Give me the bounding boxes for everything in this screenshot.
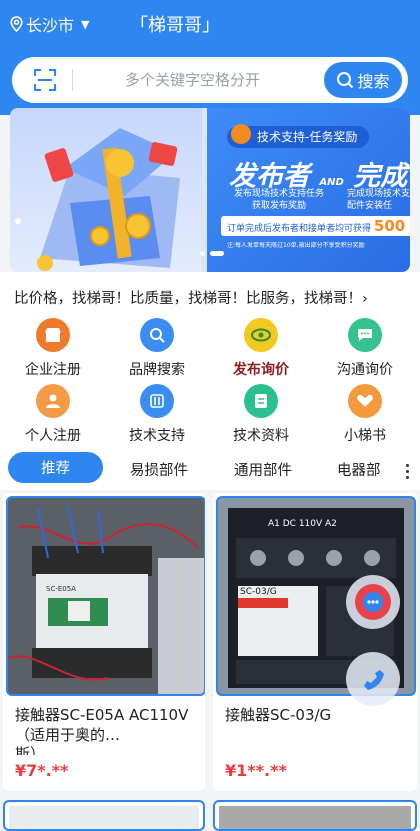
- product-price: ¥7*.**: [15, 761, 69, 780]
- tools-icon: [140, 384, 174, 418]
- location-label: 长沙市: [26, 16, 75, 35]
- carousel-indicator: [200, 251, 224, 256]
- product-card[interactable]: [213, 800, 417, 831]
- category-label: 企业注册: [25, 362, 81, 378]
- promo-banner-carousel[interactable]: 技术支持-任务奖励 发布者 AND 完成 发布现场技术支持任务 获取发布奖励 完…: [10, 108, 410, 272]
- banner-badge: 技术支持-任务奖励: [227, 124, 370, 148]
- contactor-photo: SC-E05A: [8, 498, 204, 694]
- banner-note: 注:每人发单每天限过10单,被出部分不享受积分奖励: [227, 242, 365, 249]
- app-title: 「梯哥哥」: [130, 15, 220, 36]
- scan-icon[interactable]: [34, 69, 56, 91]
- shield-icon: [231, 124, 251, 144]
- tab-electrical-parts[interactable]: 电器部: [337, 459, 381, 480]
- carousel-dot-active: [210, 251, 224, 256]
- banner-sub2: 获取发布奖励: [251, 201, 306, 211]
- magnifier-icon: [140, 318, 174, 352]
- product-card[interactable]: [3, 800, 205, 831]
- photo-label-2: SC-03/G: [240, 587, 277, 597]
- product-price: ¥1**.**: [225, 761, 287, 780]
- product-tabs: 推荐 易损部件 通用部件 电器部: [0, 450, 420, 486]
- location-selector[interactable]: 长沙市 ▼: [10, 12, 89, 36]
- search-button[interactable]: 搜索: [324, 62, 402, 98]
- banner-sub4: 配件安装任: [347, 201, 393, 211]
- category-company-register[interactable]: 企业注册: [3, 318, 103, 379]
- category-post-inquiry[interactable]: 发布询价: [211, 318, 311, 379]
- product-title-line: 接触器SC-E05A AC110V（适用于奥的…: [15, 706, 189, 744]
- floating-call-button[interactable]: [346, 652, 400, 706]
- carousel-dot: [200, 251, 205, 256]
- gift-box-illustration: [15, 128, 180, 271]
- category-xiaotishu[interactable]: 小梯书: [315, 384, 415, 445]
- category-label: 发布询价: [233, 362, 289, 378]
- product-card[interactable]: SC-E05A 接触器SC-E05A AC110V（适用于奥的… 斯） ¥7*.…: [3, 493, 205, 791]
- product-image: SC-E05A: [6, 496, 205, 696]
- product-card[interactable]: A1 DC 110V A2 SC-03/G 接触器SC-03/G ¥1**.**: [213, 493, 417, 791]
- product-image: [219, 806, 411, 829]
- product-title-cont: 斯）: [15, 745, 46, 755]
- location-pin-icon: [10, 16, 23, 32]
- category-label: 技术支持: [129, 428, 185, 444]
- customer-service-icon: [355, 584, 391, 620]
- search-bar: 多个关键字空格分开 搜索: [12, 57, 408, 103]
- banner-slide-tech-support: 技术支持-任务奖励 发布者 AND 完成 发布现场技术支持任务 获取发布奖励 完…: [207, 108, 410, 272]
- banner-badge-label: 技术支持-任务奖励: [257, 130, 358, 144]
- category-tech-docs[interactable]: 技术资料: [211, 384, 311, 445]
- banner-headline-and: AND: [319, 177, 344, 188]
- document-icon: [244, 384, 278, 418]
- phone-icon: [364, 670, 384, 690]
- search-divider: [72, 69, 73, 91]
- banner-sub-left: 发布现场技术支持任务 获取发布奖励: [229, 188, 329, 212]
- banner-sub-right: 完成现场技术支 配件安装任: [347, 188, 410, 212]
- tab-recommend[interactable]: 推荐: [8, 452, 103, 483]
- eye-icon: [244, 318, 278, 352]
- category-brand-search[interactable]: 品牌搜索: [107, 318, 207, 379]
- category-label: 个人注册: [25, 428, 81, 444]
- product-title: 接触器SC-03/G: [225, 706, 332, 724]
- banner-reward: 订单完成后发布者和接单者均可获得 500: [221, 216, 410, 236]
- category-label: 小梯书: [344, 428, 386, 444]
- category-label: 品牌搜索: [129, 362, 185, 378]
- top-header: 长沙市 ▼ 「梯哥哥」 多个关键字空格分开 搜索: [0, 0, 420, 115]
- handshake-icon: [348, 384, 382, 418]
- floating-service-button[interactable]: [346, 575, 400, 629]
- search-button-label: 搜索: [357, 72, 390, 91]
- photo-label: SC-E05A: [46, 585, 76, 593]
- person-icon: [36, 384, 70, 418]
- product-title: 接触器SC-E05A AC110V（适用于奥的… 斯）: [15, 705, 195, 755]
- search-input[interactable]: 多个关键字空格分开: [125, 69, 260, 90]
- product-image: [9, 806, 199, 829]
- more-vertical-icon[interactable]: [406, 464, 410, 479]
- photo-label: A1 DC 110V A2: [268, 519, 337, 529]
- category-personal-register[interactable]: 个人注册: [3, 384, 103, 445]
- tab-wear-parts[interactable]: 易损部件: [130, 459, 188, 480]
- banner-sub1: 发布现场技术支持任务: [233, 189, 324, 199]
- chevron-down-icon: ▼: [81, 17, 90, 31]
- shop-icon: [36, 318, 70, 352]
- category-tech-support[interactable]: 技术支持: [107, 384, 207, 445]
- category-label: 沟通询价: [337, 362, 393, 378]
- category-chat-inquiry[interactable]: 沟通询价: [315, 318, 415, 379]
- banner-reward-amount: 500: [373, 217, 406, 235]
- banner-reward-text: 订单完成后发布者和接单者均可获得: [227, 224, 372, 234]
- tab-general-parts[interactable]: 通用部件: [234, 459, 292, 480]
- banner-sub3: 完成现场技术支: [347, 189, 410, 199]
- category-label: 技术资料: [233, 428, 289, 444]
- chat-icon: [348, 318, 382, 352]
- notice-marquee[interactable]: 比价格，找梯哥！比质量，找梯哥！比服务，找梯哥！›: [14, 287, 368, 308]
- banner-slide-gift: [10, 108, 202, 272]
- search-icon: [337, 72, 354, 89]
